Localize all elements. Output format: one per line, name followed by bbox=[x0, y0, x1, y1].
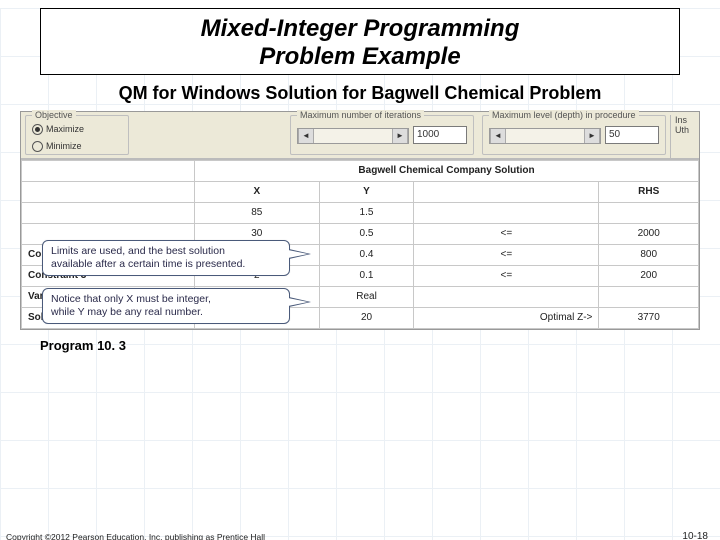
table-caption: Bagwell Chemical Company Solution bbox=[195, 160, 699, 181]
arrow-right-icon[interactable]: ► bbox=[584, 129, 600, 143]
slide: Mixed-Integer Programming Problem Exampl… bbox=[0, 8, 720, 540]
page-number: 10-18 bbox=[682, 531, 708, 540]
objective-label: Objective bbox=[32, 110, 76, 120]
arrow-right-icon[interactable]: ► bbox=[392, 129, 408, 143]
iterations-group: Maximum number of iterations ◄ ► 1000 bbox=[290, 115, 474, 155]
level-value[interactable]: 50 bbox=[605, 126, 659, 144]
arrow-left-icon[interactable]: ◄ bbox=[298, 129, 314, 143]
cell-rhs: 3770 bbox=[599, 307, 699, 328]
copyright: Copyright ©2012 Pearson Education, Inc. … bbox=[6, 532, 265, 540]
header-blank bbox=[22, 181, 195, 202]
radio-unselected-icon bbox=[32, 141, 43, 152]
cell-y: 20 bbox=[319, 307, 414, 328]
callout-line: available after a certain time is presen… bbox=[51, 258, 281, 271]
objective-group: Objective Maximize Minimize bbox=[25, 115, 129, 155]
cell-y: Real bbox=[319, 286, 414, 307]
callout-limits: Limits are used, and the best solution a… bbox=[42, 240, 290, 276]
level-label: Maximum level (depth) in procedure bbox=[489, 110, 639, 120]
cell-rhs bbox=[599, 286, 699, 307]
cell-y: 0.5 bbox=[319, 223, 414, 244]
header-op bbox=[414, 181, 599, 202]
toolbar-spacer bbox=[133, 112, 286, 158]
row-label bbox=[22, 202, 195, 223]
instruction-fragment: Ins Uth bbox=[670, 115, 699, 158]
inst-line1: Ins bbox=[675, 115, 699, 125]
level-group: Maximum level (depth) in procedure ◄ ► 5… bbox=[482, 115, 666, 155]
program-label: Program 10. 3 bbox=[40, 338, 720, 353]
cell-rhs: 200 bbox=[599, 265, 699, 286]
header-x: X bbox=[195, 181, 320, 202]
cell-rhs: 800 bbox=[599, 244, 699, 265]
cell-rhs: 2000 bbox=[599, 223, 699, 244]
level-scrollbar[interactable]: ◄ ► bbox=[489, 128, 601, 144]
table-row: 85 1.5 bbox=[22, 202, 699, 223]
iterations-value[interactable]: 1000 bbox=[413, 126, 467, 144]
table-caption-row: Bagwell Chemical Company Solution bbox=[22, 160, 699, 181]
panel-toolbar: Objective Maximize Minimize Maximum numb… bbox=[21, 112, 699, 159]
radio-selected-icon bbox=[32, 124, 43, 135]
inst-line2: Uth bbox=[675, 125, 699, 135]
cell-op: Optimal Z-> bbox=[414, 307, 599, 328]
iterations-label: Maximum number of iterations bbox=[297, 110, 424, 120]
maximize-label: Maximize bbox=[46, 124, 84, 134]
title-box: Mixed-Integer Programming Problem Exampl… bbox=[40, 8, 680, 75]
title-line-2: Problem Example bbox=[259, 43, 460, 70]
cell-op bbox=[414, 286, 599, 307]
header-rhs: RHS bbox=[599, 181, 699, 202]
iterations-scrollbar[interactable]: ◄ ► bbox=[297, 128, 409, 144]
cell-y: 1.5 bbox=[319, 202, 414, 223]
callout-line: Notice that only X must be integer, bbox=[51, 293, 281, 306]
header-y: Y bbox=[319, 181, 414, 202]
slide-subtitle: QM for Windows Solution for Bagwell Chem… bbox=[60, 83, 660, 105]
arrow-left-icon[interactable]: ◄ bbox=[490, 129, 506, 143]
cell-x: 85 bbox=[195, 202, 320, 223]
cell-rhs bbox=[599, 202, 699, 223]
blank-cell bbox=[22, 160, 195, 181]
maximize-radio[interactable]: Maximize bbox=[32, 124, 122, 135]
callout-line: Limits are used, and the best solution bbox=[51, 245, 281, 258]
table-header-row: X Y RHS bbox=[22, 181, 699, 202]
cell-op: <= bbox=[414, 223, 599, 244]
callout-line: while Y may be any real number. bbox=[51, 306, 281, 319]
cell-y: 0.4 bbox=[319, 244, 414, 265]
cell-op: <= bbox=[414, 244, 599, 265]
cell-y: 0.1 bbox=[319, 265, 414, 286]
callout-integer: Notice that only X must be integer, whil… bbox=[42, 288, 290, 324]
cell-op: <= bbox=[414, 265, 599, 286]
slide-title: Mixed-Integer Programming Problem Exampl… bbox=[45, 15, 675, 70]
minimize-radio[interactable]: Minimize bbox=[32, 141, 122, 152]
title-line-1: Mixed-Integer Programming bbox=[201, 15, 520, 42]
cell-op bbox=[414, 202, 599, 223]
minimize-label: Minimize bbox=[46, 141, 82, 151]
